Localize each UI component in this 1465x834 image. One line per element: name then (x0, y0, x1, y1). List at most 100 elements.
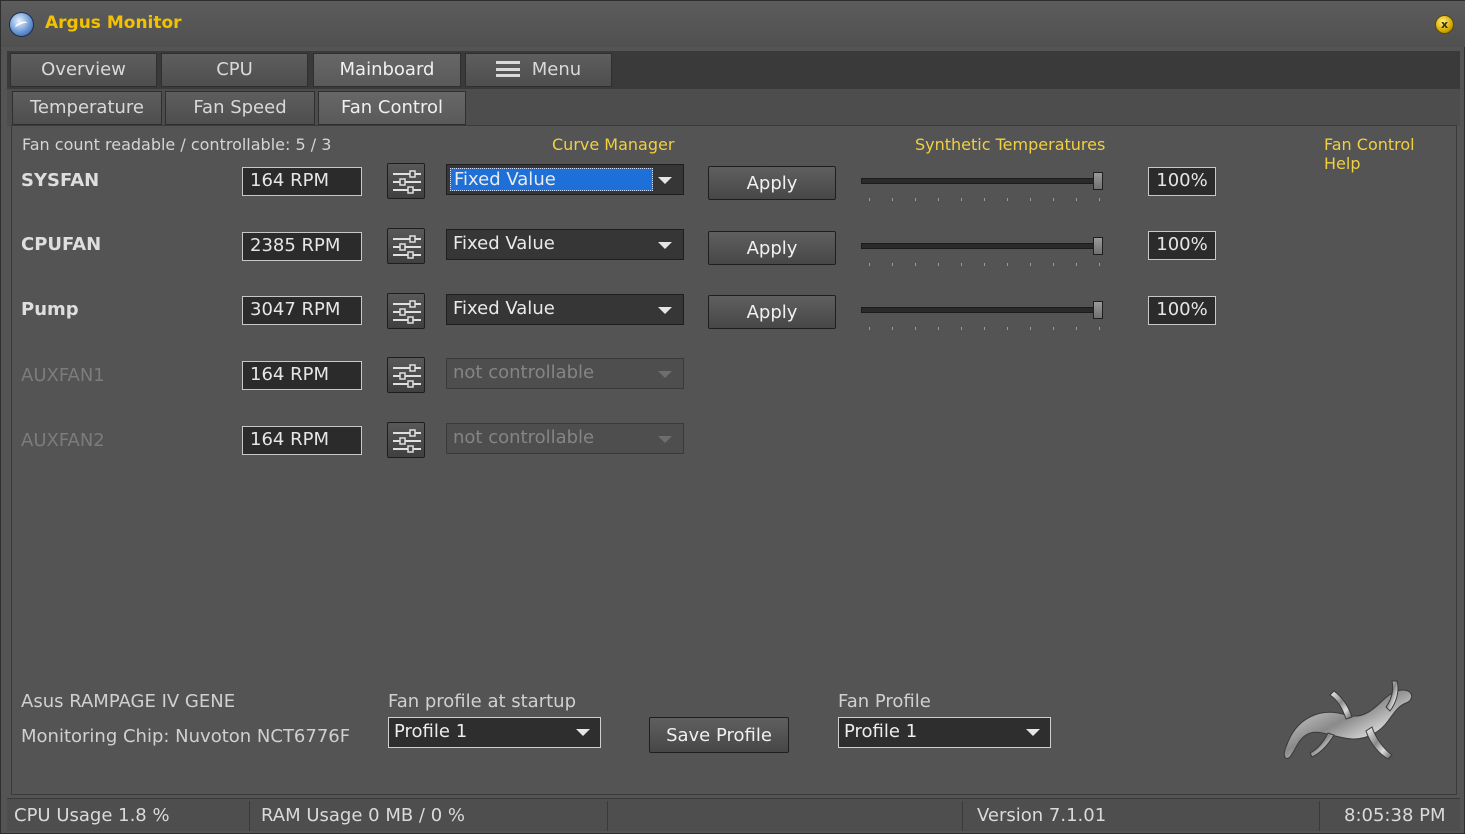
slider-tick (938, 198, 939, 201)
slider-tick (1076, 198, 1077, 201)
tab-fan-speed[interactable]: Fan Speed (165, 91, 315, 125)
startup-profile-value: Profile 1 (394, 721, 468, 742)
startup-profile-select[interactable]: Profile 1 (388, 717, 601, 748)
slider-tick (892, 198, 893, 201)
apply-button[interactable]: Apply (708, 231, 836, 265)
slider-tick (938, 327, 939, 330)
tab-menu-label: Menu (531, 59, 582, 80)
slider-tick (984, 198, 985, 201)
tab-overview[interactable]: Overview (10, 53, 157, 87)
fan-rpm-field: 3047 RPM (242, 296, 362, 325)
slider-tick (1007, 327, 1008, 330)
slider-tick (1076, 327, 1077, 330)
chevron-down-icon (576, 729, 590, 736)
slider-tick (1007, 263, 1008, 266)
fan-mode-select[interactable]: Fixed Value (446, 294, 684, 325)
slider-tick (915, 327, 916, 330)
fan-mode-select[interactable]: Fixed Value (446, 229, 684, 260)
sub-tab-bar: Temperature Fan Speed Fan Control (7, 89, 1460, 126)
chevron-down-icon (658, 307, 672, 314)
app-title: Argus Monitor (45, 13, 182, 33)
slider-thumb[interactable] (1093, 172, 1103, 190)
fan-name: AUXFAN2 (21, 430, 105, 451)
title-bar[interactable]: Argus Monitor x (1, 1, 1465, 47)
curve-settings-button[interactable] (387, 163, 425, 199)
fan-percent-field[interactable]: 100% (1148, 296, 1216, 325)
fan-profile-select[interactable]: Profile 1 (838, 717, 1051, 748)
fan-mode-value: Fixed Value (453, 298, 555, 319)
curve-settings-button[interactable] (387, 228, 425, 264)
slider-tick (1030, 198, 1031, 201)
argus-logo-icon (9, 12, 34, 37)
sliders-icon (393, 300, 421, 324)
sliders-icon (393, 170, 421, 194)
fan-mode-select: not controllable (446, 423, 684, 454)
sliders-icon (393, 364, 421, 388)
fan-percent-field[interactable]: 100% (1148, 167, 1216, 196)
slider-thumb[interactable] (1093, 301, 1103, 319)
curve-settings-button[interactable] (387, 293, 425, 329)
tab-menu[interactable]: Menu (465, 53, 612, 87)
slider-tick (869, 198, 870, 201)
startup-profile-label: Fan profile at startup (388, 691, 577, 712)
sliders-icon (393, 235, 421, 259)
board-name: Asus RAMPAGE IV GENE (21, 691, 236, 712)
slider-ticks (869, 198, 1100, 202)
fan-mode-select[interactable]: Fixed Value (446, 164, 684, 195)
slider-tick (892, 263, 893, 266)
fan-level-slider[interactable] (861, 237, 1106, 267)
slider-tick (1099, 327, 1100, 330)
slider-tick (892, 327, 893, 330)
fan-rpm-field: 164 RPM (242, 426, 362, 455)
cpu-usage: CPU Usage 1.8 % (7, 801, 250, 831)
fan-mode-value: not controllable (453, 427, 595, 448)
fan-name: Pump (21, 299, 79, 320)
slider-tick (1007, 198, 1008, 201)
slider-tick (1099, 263, 1100, 266)
chevron-down-icon (658, 436, 672, 443)
fan-mode-value: Fixed Value (450, 168, 653, 191)
ram-usage: RAM Usage 0 MB / 0 % (254, 801, 608, 831)
tab-mainboard[interactable]: Mainboard (313, 53, 461, 87)
curve-settings-button[interactable] (387, 357, 425, 393)
apply-button[interactable]: Apply (708, 166, 836, 200)
fan-name: SYSFAN (21, 170, 100, 191)
curve-settings-button[interactable] (387, 422, 425, 458)
fan-rpm-field: 164 RPM (242, 167, 362, 196)
slider-tick (1030, 263, 1031, 266)
hamburger-menu-icon (495, 61, 520, 77)
slider-tick (869, 263, 870, 266)
slider-tick (938, 263, 939, 266)
fan-name: AUXFAN1 (21, 365, 105, 386)
fan-control-help-link[interactable]: Fan Control Help (1324, 135, 1456, 173)
monitoring-chip: Monitoring Chip: Nuvoton NCT6776F (21, 726, 351, 747)
slider-ticks (869, 263, 1100, 267)
slider-tick (915, 263, 916, 266)
chevron-down-icon (658, 177, 672, 184)
app-window: Argus Monitor x Overview CPU Mainboard M… (0, 0, 1465, 834)
sliders-icon (393, 429, 421, 453)
fan-rpm-field: 164 RPM (242, 361, 362, 390)
slider-tick (961, 263, 962, 266)
close-icon[interactable]: x (1435, 15, 1454, 34)
slider-tick (961, 327, 962, 330)
slider-track (861, 178, 1101, 184)
tab-fan-control[interactable]: Fan Control (318, 91, 466, 125)
save-profile-button[interactable]: Save Profile (649, 717, 789, 753)
slider-tick (984, 327, 985, 330)
fan-rpm-field: 2385 RPM (242, 232, 362, 261)
fan-level-slider[interactable] (861, 172, 1106, 202)
apply-button[interactable]: Apply (708, 295, 836, 329)
slider-tick (915, 198, 916, 201)
slider-tick (1053, 327, 1054, 330)
slider-track (861, 243, 1101, 249)
tab-temperature[interactable]: Temperature (12, 91, 162, 125)
tab-cpu[interactable]: CPU (161, 53, 308, 87)
curve-manager-link[interactable]: Curve Manager (552, 135, 674, 154)
slider-thumb[interactable] (1093, 237, 1103, 255)
chevron-down-icon (658, 371, 672, 378)
chevron-down-icon (1026, 729, 1040, 736)
fan-level-slider[interactable] (861, 301, 1106, 330)
fan-percent-field[interactable]: 100% (1148, 231, 1216, 260)
synthetic-temperatures-link[interactable]: Synthetic Temperatures (915, 135, 1105, 154)
